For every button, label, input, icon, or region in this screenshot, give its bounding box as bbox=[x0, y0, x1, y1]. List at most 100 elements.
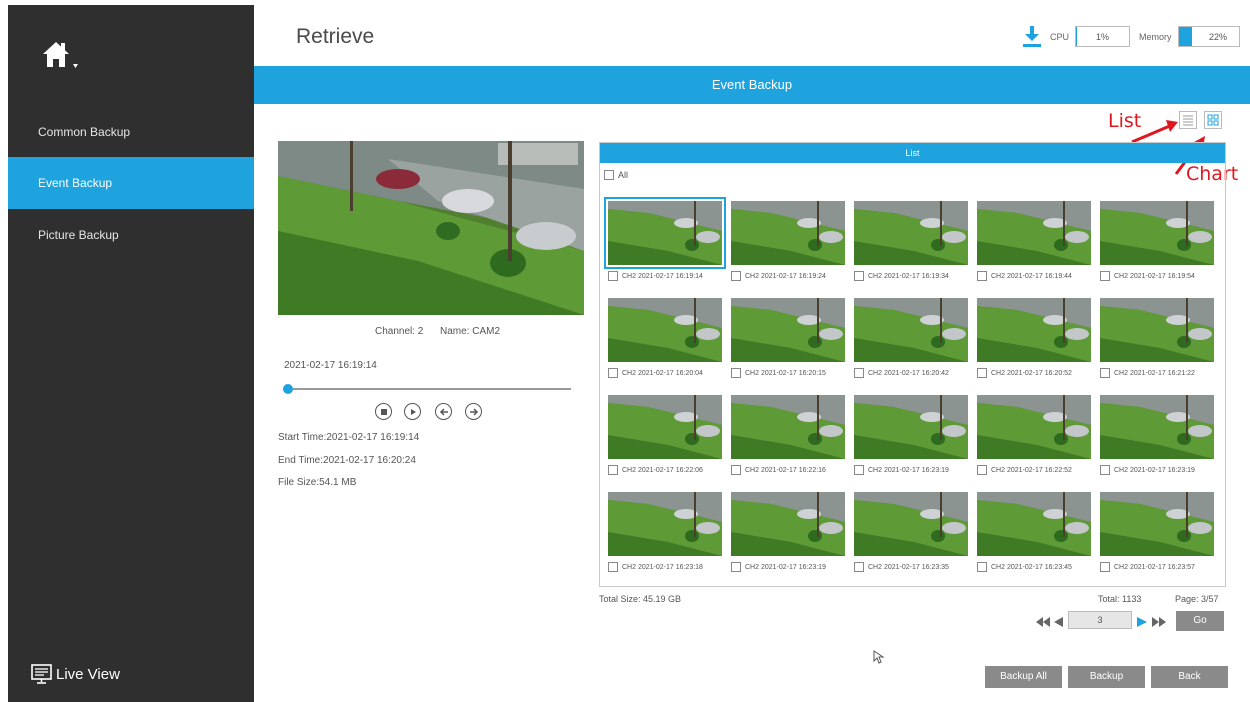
download-icon[interactable] bbox=[1021, 24, 1043, 48]
event-thumbnail-image[interactable] bbox=[731, 201, 845, 265]
event-thumbnail-image[interactable] bbox=[1100, 492, 1214, 556]
cpu-value: 1% bbox=[1095, 31, 1109, 42]
event-thumbnail-image[interactable] bbox=[977, 395, 1091, 459]
event-thumbnail[interactable]: CH2 2021-02-17 16:20:15 bbox=[729, 294, 845, 391]
event-thumbnail[interactable]: CH2 2021-02-17 16:20:04 bbox=[606, 294, 722, 391]
mouse-cursor-icon bbox=[873, 650, 885, 664]
event-caption: CH2 2021-02-17 16:23:19 bbox=[1100, 465, 1195, 475]
stop-button[interactable] bbox=[375, 403, 392, 420]
backup-button[interactable]: Backup bbox=[1068, 666, 1145, 688]
event-thumbnail[interactable]: CH2 2021-02-17 16:19:34 bbox=[852, 197, 968, 294]
event-checkbox[interactable] bbox=[731, 465, 741, 475]
event-thumbnail[interactable]: CH2 2021-02-17 16:20:52 bbox=[975, 294, 1091, 391]
event-thumbnail[interactable]: CH2 2021-02-17 16:19:24 bbox=[729, 197, 845, 294]
event-thumbnail[interactable]: CH2 2021-02-17 16:23:19 bbox=[1098, 391, 1214, 488]
cpu-label: CPU bbox=[1050, 32, 1070, 42]
section-title: Event Backup bbox=[254, 66, 1250, 104]
event-thumbnail-image[interactable] bbox=[854, 298, 968, 362]
event-checkbox[interactable] bbox=[977, 465, 987, 475]
end-time: End Time:2021-02-17 16:20:24 bbox=[278, 455, 416, 466]
arrow-right-icon bbox=[469, 407, 478, 416]
video-preview[interactable] bbox=[278, 141, 584, 315]
playback-timeline[interactable] bbox=[288, 388, 571, 390]
event-thumbnail[interactable]: CH2 2021-02-17 16:19:54 bbox=[1098, 197, 1214, 294]
event-checkbox[interactable] bbox=[854, 465, 864, 475]
event-thumbnail-image[interactable] bbox=[731, 492, 845, 556]
event-checkbox[interactable] bbox=[1100, 271, 1110, 281]
event-label: CH2 2021-02-17 16:19:34 bbox=[868, 272, 949, 280]
event-thumbnail[interactable]: CH2 2021-02-17 16:21:22 bbox=[1098, 294, 1214, 391]
next-button[interactable] bbox=[465, 403, 482, 420]
event-thumbnail-image[interactable] bbox=[977, 492, 1091, 556]
event-thumbnail-image[interactable] bbox=[977, 298, 1091, 362]
select-all[interactable]: All bbox=[604, 170, 628, 180]
go-button[interactable]: Go bbox=[1176, 611, 1224, 631]
event-label: CH2 2021-02-17 16:22:06 bbox=[622, 466, 703, 474]
timeline-handle[interactable] bbox=[283, 384, 293, 394]
play-button[interactable] bbox=[404, 403, 421, 420]
event-checkbox[interactable] bbox=[977, 562, 987, 572]
memory-meter: 22% bbox=[1178, 26, 1240, 47]
event-checkbox[interactable] bbox=[731, 368, 741, 378]
sidebar-item-picture-backup[interactable]: Picture Backup bbox=[8, 209, 254, 261]
back-button[interactable]: Back bbox=[1151, 666, 1228, 688]
event-thumbnail-image[interactable] bbox=[1100, 395, 1214, 459]
event-checkbox[interactable] bbox=[854, 562, 864, 572]
live-view-button[interactable]: Live View bbox=[30, 662, 120, 686]
grid-view-toggle[interactable] bbox=[1204, 111, 1222, 129]
event-checkbox[interactable] bbox=[1100, 465, 1110, 475]
event-thumbnail-image[interactable] bbox=[608, 298, 722, 362]
event-checkbox[interactable] bbox=[854, 271, 864, 281]
event-thumbnail-image[interactable] bbox=[608, 395, 722, 459]
event-thumbnail[interactable]: CH2 2021-02-17 16:22:16 bbox=[729, 391, 845, 488]
event-thumbnail[interactable]: CH2 2021-02-17 16:23:57 bbox=[1098, 488, 1214, 585]
event-checkbox[interactable] bbox=[608, 562, 618, 572]
event-thumbnail[interactable]: CH2 2021-02-17 16:23:35 bbox=[852, 488, 968, 585]
event-checkbox[interactable] bbox=[731, 562, 741, 572]
event-thumbnail-image[interactable] bbox=[854, 395, 968, 459]
event-thumbnail-image[interactable] bbox=[604, 197, 726, 269]
event-thumbnail[interactable]: CH2 2021-02-17 16:23:19 bbox=[729, 488, 845, 585]
sidebar-item-common-backup[interactable]: Common Backup bbox=[8, 106, 254, 158]
home-icon[interactable] bbox=[40, 37, 80, 71]
event-checkbox[interactable] bbox=[977, 368, 987, 378]
thumbnail-grid: CH2 2021-02-17 16:19:14 CH2 2021-02-17 16… bbox=[604, 197, 1214, 585]
event-thumbnail[interactable]: CH2 2021-02-17 16:23:45 bbox=[975, 488, 1091, 585]
event-thumbnail[interactable]: CH2 2021-02-17 16:19:44 bbox=[975, 197, 1091, 294]
event-thumbnail-image[interactable] bbox=[1100, 298, 1214, 362]
event-thumbnail[interactable]: CH2 2021-02-17 16:22:52 bbox=[975, 391, 1091, 488]
previous-button[interactable] bbox=[435, 403, 452, 420]
event-thumbnail-image[interactable] bbox=[731, 395, 845, 459]
event-checkbox[interactable] bbox=[854, 368, 864, 378]
event-thumbnail-image[interactable] bbox=[854, 492, 968, 556]
prev-page-icon[interactable] bbox=[1054, 617, 1063, 627]
last-page-icon[interactable] bbox=[1152, 617, 1166, 627]
event-thumbnail[interactable]: CH2 2021-02-17 16:22:06 bbox=[606, 391, 722, 488]
event-thumbnail[interactable]: CH2 2021-02-17 16:20:42 bbox=[852, 294, 968, 391]
event-thumbnail-image[interactable] bbox=[977, 201, 1091, 265]
backup-all-button[interactable]: Backup All bbox=[985, 666, 1062, 688]
event-label: CH2 2021-02-17 16:21:22 bbox=[1114, 369, 1195, 377]
event-checkbox[interactable] bbox=[608, 368, 618, 378]
event-checkbox[interactable] bbox=[731, 271, 741, 281]
event-checkbox[interactable] bbox=[608, 271, 618, 281]
event-thumbnail[interactable]: CH2 2021-02-17 16:23:18 bbox=[606, 488, 722, 585]
event-checkbox[interactable] bbox=[977, 271, 987, 281]
page-number-input[interactable]: 3 bbox=[1068, 611, 1132, 629]
select-all-checkbox[interactable] bbox=[604, 170, 614, 180]
event-checkbox[interactable] bbox=[608, 465, 618, 475]
first-page-icon[interactable] bbox=[1036, 617, 1050, 627]
event-checkbox[interactable] bbox=[1100, 368, 1110, 378]
event-thumbnail[interactable]: CH2 2021-02-17 16:23:19 bbox=[852, 391, 968, 488]
event-thumbnail-image[interactable] bbox=[731, 298, 845, 362]
sidebar-item-event-backup[interactable]: Event Backup bbox=[8, 157, 254, 209]
list-view-toggle[interactable] bbox=[1179, 111, 1197, 129]
event-thumbnail-image[interactable] bbox=[854, 201, 968, 265]
next-page-icon[interactable] bbox=[1137, 617, 1147, 627]
event-caption: CH2 2021-02-17 16:23:57 bbox=[1100, 562, 1195, 572]
event-thumbnail-image[interactable] bbox=[1100, 201, 1214, 265]
event-thumbnail[interactable]: CH2 2021-02-17 16:19:14 bbox=[604, 197, 726, 294]
event-checkbox[interactable] bbox=[1100, 562, 1110, 572]
event-caption: CH2 2021-02-17 16:20:15 bbox=[731, 368, 826, 378]
event-thumbnail-image[interactable] bbox=[608, 492, 722, 556]
